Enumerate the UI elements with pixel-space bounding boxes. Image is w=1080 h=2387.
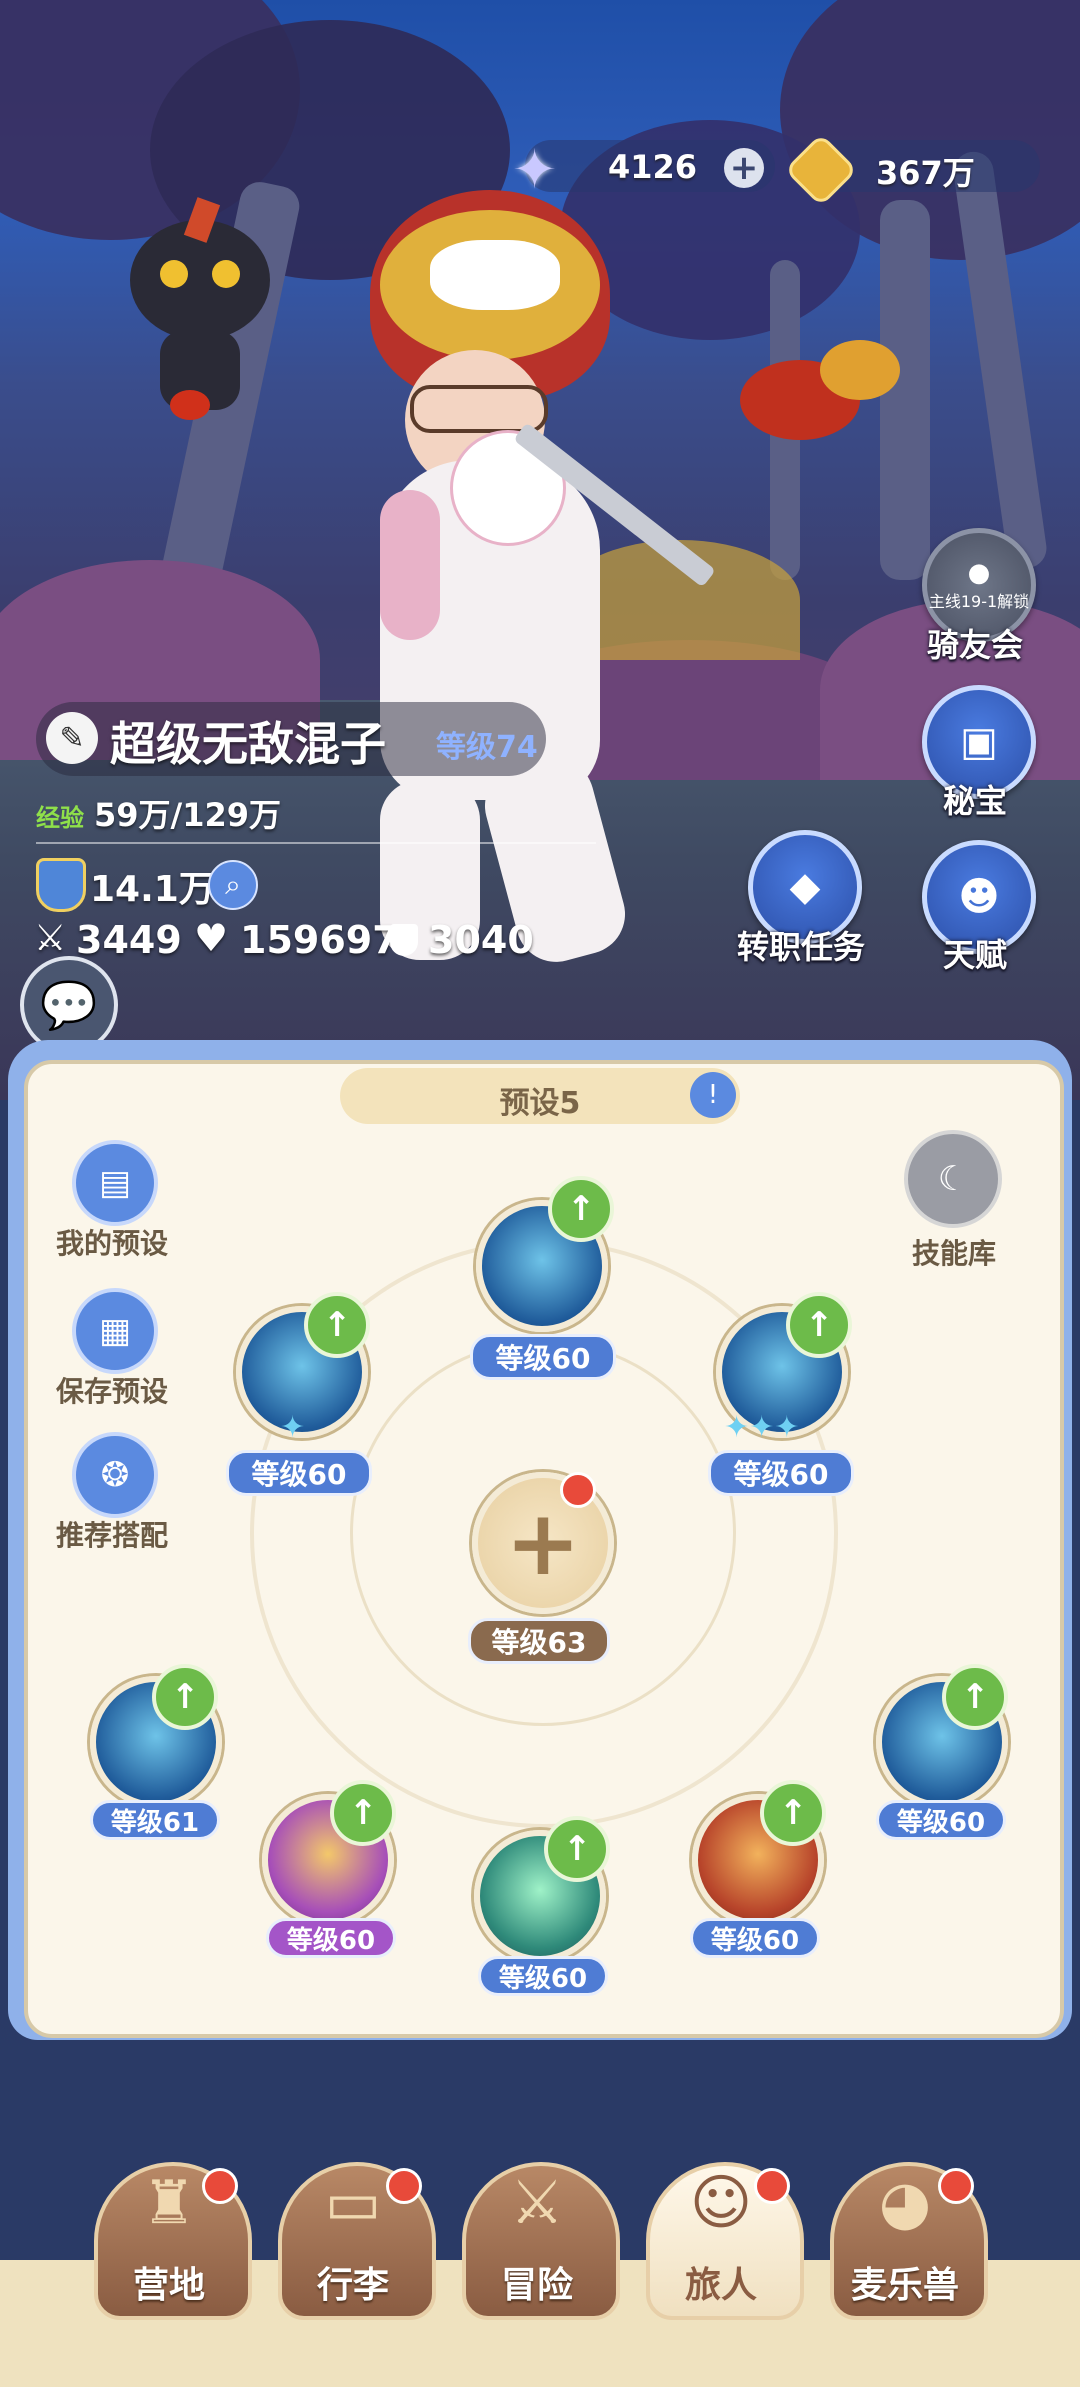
nav-luggage-label: 行李 <box>316 2265 389 2306</box>
upgrade-arrow-icon[interactable]: ↑ <box>330 1780 396 1846</box>
my-presets-label: 我的预设 <box>55 1227 168 1260</box>
skill-level-7: 等级60 <box>690 1918 820 1958</box>
player-character[interactable] <box>360 160 716 980</box>
skill-library-label: 技能库 <box>911 1237 996 1270</box>
edit-name-icon[interactable]: ✎ <box>46 712 98 764</box>
flying-companion <box>740 330 910 450</box>
save-preset-button[interactable]: ▦ <box>72 1288 158 1374</box>
treasure-chest-icon: ▣ <box>960 719 998 765</box>
recommended-button[interactable]: ❂ <box>72 1432 158 1518</box>
star-icon: ✦✦✦ <box>724 1410 800 1445</box>
hp-heart-icon: ♥ <box>194 916 229 960</box>
nav-camp-label: 营地 <box>132 2265 205 2306</box>
skill-level-5: 等级60 <box>266 1918 396 1958</box>
my-presets-button[interactable]: ▤ <box>72 1140 158 1226</box>
upgrade-arrow-icon[interactable]: ↑ <box>544 1816 610 1882</box>
job-quest-label: 转职任务 <box>736 928 865 966</box>
upgrade-arrow-icon[interactable]: ↑ <box>760 1780 826 1846</box>
skill-level-4: 等级61 <box>90 1800 220 1840</box>
star-icon: ✦ <box>280 1410 306 1445</box>
card-icon: ▤ <box>98 1163 132 1203</box>
power-value: 14.1万 <box>90 869 215 910</box>
notification-dot <box>754 2168 790 2204</box>
nav-adventure-label: 冒险 <box>500 2265 573 2306</box>
notification-dot <box>938 2168 974 2204</box>
moon-star-icon: ☾ <box>937 1159 969 1199</box>
skill-level-6: 等级60 <box>478 1956 608 1996</box>
defense-value: 3040 <box>428 918 534 962</box>
exp-label: 经验 <box>36 804 84 832</box>
upgrade-arrow-icon[interactable]: ↑ <box>942 1664 1008 1730</box>
preset-title: 预设5 <box>499 1086 581 1121</box>
save-icon: ▦ <box>98 1311 132 1351</box>
pet-companion <box>120 197 280 430</box>
upgrade-arrow-icon[interactable]: ↑ <box>304 1292 370 1358</box>
talent-label: 天赋 <box>942 936 1007 974</box>
skill-level-8: 等级60 <box>876 1800 1006 1840</box>
power-detail-search-icon[interactable]: ⌕ <box>208 860 258 910</box>
save-preset-label: 保存预设 <box>55 1375 168 1408</box>
skill-level-2: 等级60 <box>226 1450 372 1496</box>
fox-icon: ◆ <box>789 864 821 910</box>
combo-icon: ❂ <box>100 1455 130 1495</box>
recommended-label: 推荐搭配 <box>55 1519 168 1552</box>
nav-traveler-label: 旅人 <box>684 2265 757 2306</box>
notification-dot <box>560 1472 596 1508</box>
player-name: 超级无敌混子 <box>110 717 386 771</box>
crossed-swords-icon: ⚔ <box>510 2168 564 2238</box>
crystal-icon: ✦ <box>512 138 558 201</box>
riding-club-label: 骑友会 <box>926 626 1023 664</box>
riding-club-lock-text: 主线19-1解锁 <box>928 592 1030 611</box>
skill-level-1: 等级60 <box>470 1334 616 1380</box>
upgrade-arrow-icon[interactable]: ↑ <box>548 1176 614 1242</box>
attack-value: 3449 <box>76 918 182 962</box>
attack-icon: ⚔ <box>34 918 67 959</box>
head-brain-icon: ☻ <box>958 874 1000 920</box>
rename-preset-icon[interactable]: ! <box>690 1072 736 1118</box>
gold-amount: 367万 <box>876 154 975 192</box>
lock-icon: ● <box>967 558 991 588</box>
center-skill-level: 等级63 <box>468 1618 610 1664</box>
hp-value: 159697 <box>240 918 399 962</box>
chat-bubble-icon: 💬 <box>40 977 98 1032</box>
upgrade-arrow-icon[interactable]: ↑ <box>786 1292 852 1358</box>
treasure-label: 秘宝 <box>942 782 1007 820</box>
nav-pet-label: 麦乐兽 <box>850 2265 959 2306</box>
skill-level-3: 等级60 <box>708 1450 854 1496</box>
power-shield-icon <box>36 858 86 912</box>
exp-value: 59万/129万 <box>94 796 282 834</box>
player-level: 等级74 <box>436 730 538 765</box>
defense-shield-icon <box>390 924 418 956</box>
upgrade-arrow-icon[interactable]: ↑ <box>152 1664 218 1730</box>
crystal-amount: 4126 <box>608 148 698 186</box>
notification-dot <box>386 2168 422 2204</box>
exp-divider <box>36 842 596 844</box>
add-crystal-button[interactable]: + <box>724 148 764 188</box>
skill-library-button[interactable]: ☾ <box>904 1130 1002 1228</box>
notification-dot <box>202 2168 238 2204</box>
